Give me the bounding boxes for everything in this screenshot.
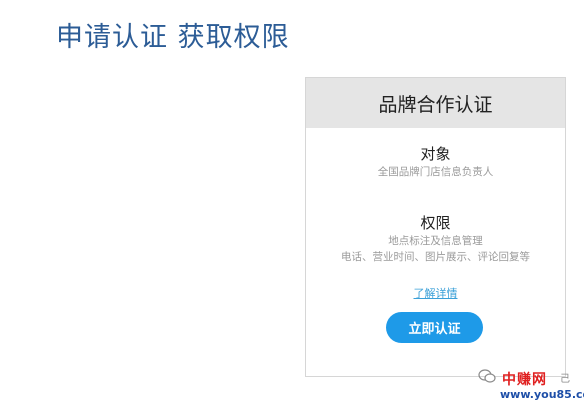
watermark-name: 中赚网 [502,372,547,388]
certify-now-button[interactable]: 立即认证 [386,312,483,343]
page-title: 申请认证 获取权限 [56,22,290,53]
brand-certification-card: 品牌合作认证 对象 全国品牌门店信息负责人 权限 地点标注及信息管理 电话、营业… [305,77,566,377]
permission-description-line-1: 地点标注及信息管理 [388,235,483,247]
target-title: 对象 [420,145,451,163]
learn-more-link[interactable]: 了解详情 [306,285,565,301]
card-title: 品牌合作认证 [378,93,493,116]
watermark-url: www.you85.com [500,388,584,401]
permission-description-line-2: 电话、营业时间、图片展示、评论回复等 [341,251,530,263]
permission-title: 权限 [420,214,451,232]
card-header: 品牌合作认证 [306,78,565,128]
watermark-trail: 己 [560,374,570,385]
permission-section: 权限 地点标注及信息管理 电话、营业时间、图片展示、评论回复等 [306,213,565,265]
watermark: 中赚网 己 www.you85.com [478,363,584,403]
target-section: 对象 全国品牌门店信息负责人 [306,144,565,180]
wechat-icon [478,369,496,388]
target-description: 全国品牌门店信息负责人 [377,166,494,178]
